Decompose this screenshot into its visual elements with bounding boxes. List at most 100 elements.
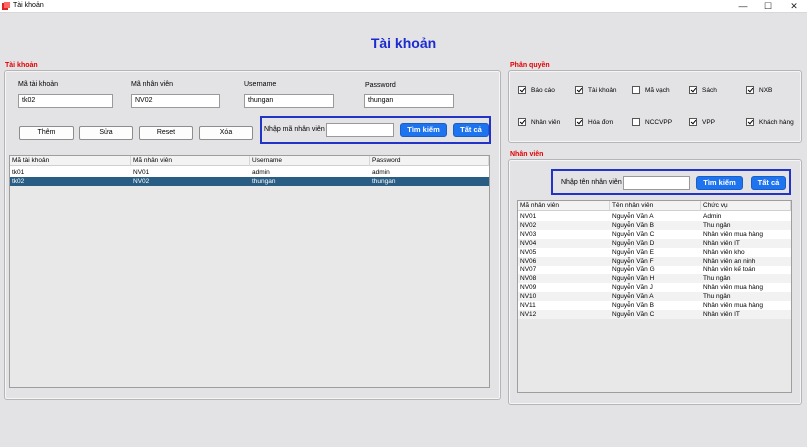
table-row[interactable]: NV08 Nguyễn Văn H Thu ngân — [518, 274, 791, 284]
column-header[interactable]: Mã tài khoản — [10, 156, 131, 166]
table-row[interactable]: NV04 Nguyễn Văn D Nhân viên IT — [518, 238, 791, 248]
password-label: Password — [365, 82, 396, 89]
table-cell: Nhân viên IT — [703, 239, 740, 247]
checkbox[interactable] — [689, 118, 697, 126]
employee-search-button[interactable]: Tìm kiếm — [696, 176, 743, 190]
table-row[interactable]: NV12 Nguyễn Văn C Nhân viên IT — [518, 309, 791, 319]
table-cell: NV05 — [520, 248, 537, 256]
checkbox[interactable] — [575, 86, 583, 94]
table-empty-area — [518, 319, 791, 392]
table-row[interactable]: NV01 Nguyễn Văn A Admin — [518, 212, 791, 221]
minimize-button[interactable]: — — [730, 0, 756, 13]
checkbox[interactable] — [632, 118, 640, 126]
table-cell: Nguyễn Văn G — [612, 266, 655, 274]
table-cell: Nguyễn Văn J — [612, 284, 653, 292]
account-table: Mã tài khoản Mã nhân viên Username Passw… — [9, 155, 490, 388]
checkbox[interactable] — [632, 86, 640, 94]
table-cell: Nguyễn Văn F — [612, 257, 654, 265]
reset-button[interactable]: Reset — [139, 126, 193, 140]
column-header[interactable]: Chức vụ — [701, 201, 791, 211]
permission-tai-khoan[interactable]: Tài khoản — [575, 86, 617, 94]
table-cell: Nguyễn Văn E — [612, 248, 654, 256]
column-header[interactable]: Username — [250, 156, 370, 166]
table-cell: NV02 — [520, 221, 537, 229]
checkbox[interactable] — [689, 86, 697, 94]
checkbox[interactable] — [518, 118, 526, 126]
username-label: Username — [244, 81, 277, 88]
table-cell: Nguyễn Văn A — [612, 293, 654, 301]
account-table-header: Mã tài khoản Mã nhân viên Username Passw… — [10, 156, 489, 166]
checkbox-label: NXB — [759, 86, 773, 94]
checkbox[interactable] — [746, 86, 754, 94]
table-cell: Nhân viên kế toán — [703, 266, 756, 274]
permission-nxb[interactable]: NXB — [746, 86, 772, 94]
permission-sach[interactable]: Sách — [689, 86, 717, 94]
employee-show-all-button[interactable]: Tất cả — [751, 176, 786, 190]
checkbox-label: Khách hàng — [759, 118, 794, 126]
checkbox-label: Nhân viên — [531, 118, 561, 126]
permission-vpp[interactable]: VPP — [689, 118, 715, 126]
permission-khach-hang[interactable]: Khách hàng — [746, 118, 794, 126]
employee-name-search-input[interactable] — [623, 176, 690, 190]
checkbox-label: Tài khoản — [588, 86, 617, 94]
table-row[interactable]: tk01 NV01 admin admin — [10, 168, 489, 177]
employee-name-search-label: Nhập tên nhân viên — [561, 179, 622, 186]
edit-button[interactable]: Sửa — [79, 126, 133, 140]
table-cell: Nhân viên IT — [703, 310, 740, 318]
table-cell: thungan — [252, 178, 276, 185]
table-row-selected[interactable]: tk02 NV02 thungan thungan — [10, 177, 489, 186]
window-title: Tài khoản — [13, 2, 44, 9]
employee-table: Mã nhân viên Tên nhân viên Chức vụ NV01 N… — [517, 200, 792, 393]
column-header[interactable]: Mã nhân viên — [518, 201, 610, 211]
close-button[interactable]: ✕ — [781, 0, 807, 13]
table-cell: tk01 — [12, 169, 25, 176]
table-cell: NV02 — [133, 178, 150, 185]
table-cell: Nguyễn Văn B — [612, 302, 654, 309]
add-button[interactable]: Thêm — [19, 126, 74, 140]
username-input[interactable]: thungan — [244, 94, 334, 108]
table-row[interactable]: NV05 Nguyễn Văn E Nhân viên kho — [518, 248, 791, 257]
table-row[interactable]: NV02 Nguyễn Văn B Thu ngân — [518, 220, 791, 230]
table-cell: NV01 — [133, 169, 150, 176]
table-cell: Nhân viên kho — [703, 248, 745, 256]
table-cell: Nguyễn Văn B — [612, 221, 654, 229]
permission-hoa-don[interactable]: Hóa đơn — [575, 118, 613, 126]
column-header[interactable]: Password — [370, 156, 489, 166]
account-id-input[interactable]: tk02 — [18, 94, 113, 108]
search-button[interactable]: Tìm kiếm — [400, 123, 447, 137]
maximize-button[interactable]: ☐ — [755, 0, 781, 13]
permission-nccvpp[interactable]: NCCVPP — [632, 118, 672, 126]
delete-button[interactable]: Xóa — [199, 126, 253, 140]
table-cell: NV04 — [520, 239, 537, 247]
table-row[interactable]: NV10 Nguyễn Văn A Thu ngân — [518, 292, 791, 302]
employee-id-input[interactable]: NV02 — [131, 94, 220, 108]
password-input[interactable]: thungan — [364, 94, 454, 108]
checkbox-label: Hóa đơn — [588, 118, 614, 126]
employee-table-header: Mã nhân viên Tên nhân viên Chức vụ — [518, 201, 791, 211]
table-cell: NV08 — [520, 275, 537, 283]
column-header[interactable]: Tên nhân viên — [610, 201, 701, 211]
table-row[interactable]: NV07 Nguyễn Văn G Nhân viên kế toán — [518, 265, 791, 274]
table-cell: Admin — [703, 213, 722, 220]
permission-nhan-vien[interactable]: Nhân viên — [518, 118, 560, 126]
employee-id-search-input[interactable] — [326, 123, 394, 137]
table-row[interactable]: NV03 Nguyễn Văn C Nhân viên mua hàng — [518, 230, 791, 239]
table-row[interactable]: NV09 Nguyễn Văn J Nhân viên mua hàng — [518, 283, 791, 292]
table-cell: Nguyễn Văn H — [612, 275, 655, 283]
permission-bao-cao[interactable]: Báo cáo — [518, 86, 555, 94]
show-all-button[interactable]: Tất cả — [453, 123, 489, 137]
table-cell: tk02 — [12, 178, 25, 185]
table-cell: Nguyễn Văn C — [612, 310, 655, 318]
checkbox[interactable] — [746, 118, 754, 126]
checkbox[interactable] — [518, 86, 526, 94]
table-row[interactable]: NV11 Nguyễn Văn B Nhân viên mua hàng — [518, 301, 791, 310]
column-header[interactable]: Mã nhân viên — [131, 156, 250, 166]
table-cell: Nguyễn Văn C — [612, 230, 655, 238]
permission-ma-vach[interactable]: Mã vạch — [632, 86, 670, 94]
permission-group — [508, 70, 802, 143]
table-row[interactable]: NV06 Nguyễn Văn F Nhân viên an ninh — [518, 256, 791, 266]
table-cell: admin — [372, 169, 390, 176]
table-cell: admin — [252, 169, 270, 176]
checkbox[interactable] — [575, 118, 583, 126]
table-cell: thungan — [372, 178, 396, 185]
